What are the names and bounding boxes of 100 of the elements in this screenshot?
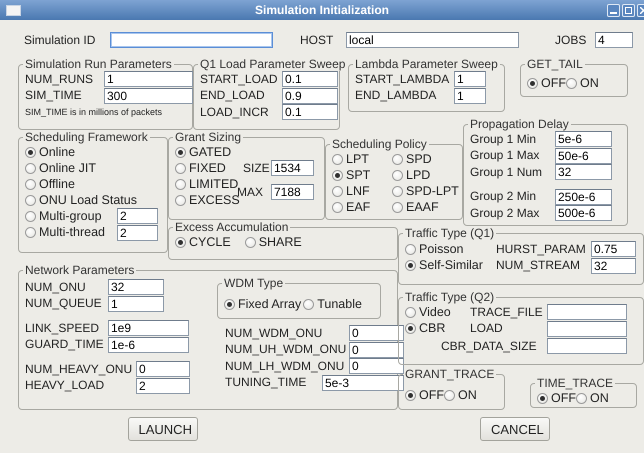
radio-button[interactable] [224,298,235,310]
radio-label: SPD [406,152,432,166]
field-label: JOBS [555,32,588,48]
field-label: HOST [300,32,334,48]
radio-label: Poisson [419,242,464,256]
text-field[interactable]: 250e-6 [555,188,612,205]
text-field[interactable] [547,320,627,337]
text-field[interactable]: 1 [454,71,486,88]
text-field[interactable]: 0 [349,358,404,374]
radio-button[interactable] [392,186,403,196]
radio-button[interactable] [244,236,256,248]
radio-button[interactable] [392,154,403,164]
radio-label: ON [458,388,477,402]
radio-button[interactable] [332,186,343,196]
radio-label: Offline [39,176,75,192]
text-field[interactable]: 0.1 [282,71,338,88]
text-field[interactable]: 2 [136,378,190,394]
radio-button[interactable] [392,202,403,212]
field-label: NUM_LH_WDM_ONU [225,358,346,374]
text-field[interactable]: 32 [108,279,164,296]
text-field[interactable]: 0.1 [282,104,338,120]
radio-button[interactable] [175,236,186,248]
radio-label: LIMITED [189,176,238,190]
radio-button[interactable] [175,178,186,190]
text-field[interactable]: 2 [117,208,158,224]
radio-button[interactable] [392,170,403,180]
text-field[interactable]: 1 [454,88,486,104]
text-field[interactable] [110,32,273,48]
radio-button[interactable] [576,392,587,404]
text-field[interactable]: 5e-3 [322,374,404,391]
radio-button[interactable] [405,323,416,334]
radio-button[interactable] [332,202,343,212]
field-label: GUARD_TIME [25,337,105,352]
text-field[interactable]: 32 [555,164,612,180]
radio-label: LNF [346,184,370,198]
radio-button[interactable] [405,244,416,254]
text-field[interactable]: 32 [591,258,636,274]
text-field[interactable]: 1e9 [108,320,189,336]
field-label: Group 1 Num [470,164,544,180]
radio-button[interactable] [25,227,36,238]
text-field[interactable]: 1534 [271,160,314,176]
field-label: LOAD [470,321,504,336]
radio-button[interactable] [527,78,538,88]
radio-button[interactable] [332,170,343,180]
radio-label: CBR [419,321,446,336]
group-title: Traffic Type (Q1) [404,226,496,240]
text-field[interactable]: 500e-6 [555,205,612,222]
radio-button[interactable] [566,78,577,88]
radio-button[interactable] [175,162,186,174]
radio-label: Multi-group [39,208,102,224]
text-field[interactable]: 0 [349,342,404,358]
radio-label: Self-Similar [419,258,483,273]
group-title: Network Parameters [24,263,136,277]
text-field[interactable]: 2 [117,224,158,241]
text-field[interactable]: 5e-6 [555,131,612,148]
radio-button[interactable] [175,194,186,206]
launch-button[interactable]: LAUNCH [128,417,198,441]
text-field[interactable]: 50e-6 [555,148,612,164]
radio-button[interactable] [332,154,343,164]
field-label: Group 2 Min [470,189,538,204]
window-icon [6,4,21,16]
radio-button[interactable] [405,390,416,400]
group-title: Scheduling Framework [24,130,149,144]
radio-button[interactable] [25,162,36,174]
cancel-button[interactable]: CANCEL [480,417,550,441]
text-field[interactable]: 1 [104,71,193,88]
text-field[interactable]: 0 [349,325,404,342]
radio-button[interactable] [25,210,36,222]
group-title: Q1 Load Parameter Sweep [199,57,346,71]
radio-button[interactable] [303,298,314,310]
radio-button[interactable] [444,390,455,400]
group-title: Grant Sizing [174,130,242,144]
text-field[interactable]: local [346,32,519,48]
group-title: WDM Type [223,276,284,290]
radio-button[interactable] [537,392,548,404]
text-field[interactable]: 7188 [271,184,314,200]
text-field[interactable] [547,304,627,320]
text-field[interactable]: 1 [108,296,164,312]
field-label: START_LAMBDA [355,72,450,87]
text-field[interactable]: 0 [136,361,190,378]
radio-label: Fixed Array [238,296,302,312]
radio-button[interactable] [25,194,36,206]
minimize-button[interactable] [607,4,620,16]
radio-button[interactable] [405,260,416,271]
window-title: Simulation Initialization [254,3,389,17]
text-field[interactable]: 4 [595,32,633,48]
field-label: NUM_HEAVY_ONU [25,362,134,377]
text-field[interactable]: 0.9 [282,88,338,104]
maximize-button[interactable] [622,4,635,16]
text-field[interactable]: 300 [104,88,193,104]
text-field[interactable]: 0.75 [591,241,636,258]
text-field[interactable]: 1e-6 [108,336,189,353]
group-title: GET_TAIL [526,57,584,71]
group-title: Traffic Type (Q2) [404,290,496,304]
radio-button[interactable] [405,306,416,318]
radio-button[interactable] [175,146,186,158]
field-label: NUM_ONU [25,280,87,295]
radio-button[interactable] [25,178,36,190]
radio-button[interactable] [25,146,36,158]
text-field[interactable] [547,338,627,354]
